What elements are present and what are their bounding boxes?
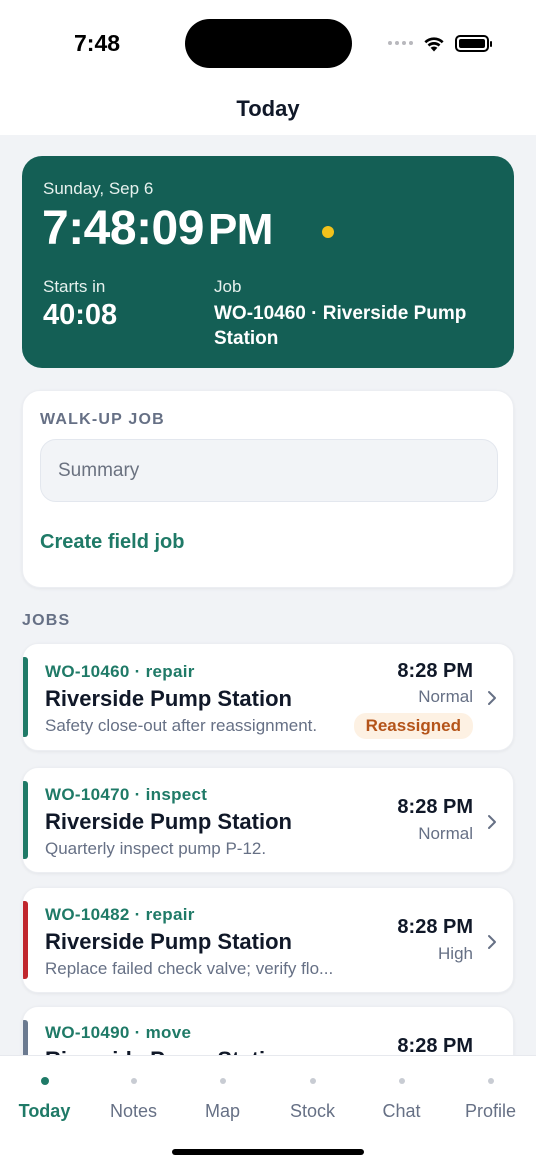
tab-bar: Today Notes Map Stock Chat Profile [0,1055,536,1165]
dynamic-island [185,19,352,68]
home-indicator[interactable] [172,1149,364,1155]
tab-label: Stock [289,1101,336,1121]
page-title: Today [236,96,300,121]
job-code: WO-10460 · repair [45,662,195,681]
chevron-right-icon [488,815,496,829]
job-status-stripe [23,901,28,979]
battery-icon [455,34,492,52]
cellular-signal-icon [388,41,413,45]
status-bar: 7:48 [0,0,536,88]
starts-in-countdown: 40:08 [43,299,118,331]
job-status-stripe [23,1020,28,1055]
tab-label: Today [18,1101,71,1121]
job-priority: Normal [418,687,473,706]
tab-dot-icon [309,1078,316,1084]
reassigned-badge: Reassigned [353,713,473,739]
job-description: Replace failed check valve; verify flo..… [45,959,334,978]
tab-dot-icon [130,1078,137,1084]
tab-stock[interactable]: Stock [268,1056,357,1126]
current-job-value: WO-10460 · Riverside Pump Station [214,303,467,349]
tab-label: Profile [464,1101,517,1121]
current-job-label: Job [214,277,242,296]
job-title: Riverside Pump Station [45,686,292,711]
jobs-heading: JOBS [22,612,71,629]
status-icons [388,33,492,53]
status-time: 7:48 [74,30,121,56]
job-card[interactable]: WO-10470 · inspect Riverside Pump Statio… [22,767,514,873]
job-card[interactable]: WO-10490 · move Riverside Pump Station 8… [22,1006,514,1055]
hero-date: Sunday, Sep 6 [43,179,154,198]
tab-chat[interactable]: Chat [357,1056,446,1126]
tab-notes[interactable]: Notes [89,1056,178,1126]
clock-ampm: PM [207,205,274,254]
tab-label: Notes [109,1101,158,1121]
job-title: Riverside Pump Station [45,809,292,834]
create-field-job-button[interactable]: Create field job [40,531,184,554]
tab-map[interactable]: Map [178,1056,267,1126]
live-indicator-icon [322,226,334,238]
job-priority: High [438,944,473,963]
tab-label: Chat [382,1101,421,1121]
tab-today[interactable]: Today [0,1056,89,1126]
job-code: WO-10482 · repair [45,905,195,924]
tab-dot-icon [40,1077,49,1085]
job-time: 8:28 PM [397,796,473,818]
clock-time: 7:48:09 [42,202,204,255]
walk-up-job-card: WALK-UP JOB Create field job [22,390,514,588]
walk-up-job-heading: WALK-UP JOB [40,411,165,428]
job-status-stripe [23,781,28,859]
live-clock: 7:48:09PM [42,201,273,256]
chevron-right-icon [488,935,496,949]
job-status-stripe [23,657,28,737]
summary-input[interactable] [40,439,498,502]
job-description: Safety close-out after reassignment. [45,716,318,735]
wifi-icon [424,36,444,51]
starts-in-label: Starts in [43,277,106,296]
job-code: WO-10490 · move [45,1023,192,1042]
nav-bar: Today [0,88,536,135]
job-card[interactable]: WO-10482 · repair Riverside Pump Station… [22,887,514,993]
job-title: Riverside Pump Station [45,929,292,954]
job-priority: Normal [418,824,473,843]
job-time: 8:28 PM [397,916,473,938]
tab-label: Map [204,1101,240,1121]
tab-dot-icon [219,1078,226,1084]
chevron-right-icon [488,691,496,705]
shift-summary-card: Sunday, Sep 6 7:48:09PM Starts in 40:08 … [22,156,514,368]
tab-profile[interactable]: Profile [446,1056,535,1126]
job-time: 8:28 PM [397,1035,473,1055]
job-code: WO-10470 · inspect [45,785,208,804]
content-scroll[interactable]: Sunday, Sep 6 7:48:09PM Starts in 40:08 … [0,135,536,1055]
tab-dot-icon [398,1078,405,1084]
job-title: Riverside Pump Station [45,1047,292,1055]
job-time: 8:28 PM [397,660,473,682]
tab-dot-icon [487,1078,494,1084]
job-card[interactable]: WO-10460 · repair Riverside Pump Station… [22,643,514,751]
job-description: Quarterly inspect pump P-12. [45,839,267,858]
